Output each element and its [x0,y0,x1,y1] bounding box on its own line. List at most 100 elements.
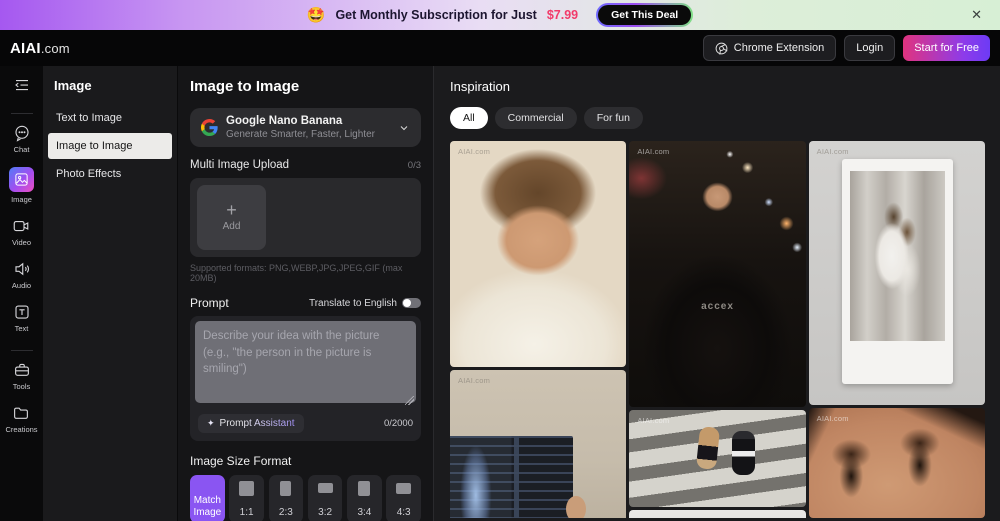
watermark: AIAI.com [637,416,669,425]
promo-price: $7.99 [547,8,578,22]
speaker-icon [13,260,31,278]
nav-item-image-to-image[interactable]: Image to Image [48,133,172,159]
size-option-2-3[interactable]: 2:3 [269,475,304,521]
photo-polaroid-image [850,171,946,342]
resize-handle-icon[interactable] [405,396,414,405]
grid-column: AIAI.com AIAI.com [450,141,626,518]
ratio-3-4-icon [358,481,370,496]
inspiration-panel: Inspiration All Commercial For fun AIAI.… [434,66,1000,521]
app-logo[interactable]: AIAI.com [10,40,70,57]
photo-tshirt-text: accex [701,301,734,312]
prompt-assistant-button[interactable]: ✦ Prompt Assistant [198,414,304,433]
sidebar-item-chat[interactable]: Chat [13,124,31,154]
chrome-extension-label: Chrome Extension [734,42,825,54]
ratio-1-1-icon [239,481,254,496]
size-option-4-3[interactable]: 4:3 [386,475,421,521]
model-selector[interactable]: Google Nano Banana Generate Smarter, Fas… [190,108,421,147]
filter-all[interactable]: All [450,107,488,129]
inspiration-card-night-street[interactable]: AIAI.com accex [629,141,805,407]
start-free-label: Start for Free [914,42,979,54]
filter-commercial[interactable]: Commercial [495,107,577,129]
inspiration-card-crosswalk[interactable]: AIAI.com [629,410,805,507]
filter-for-fun[interactable]: For fun [584,107,643,129]
photo-polaroid-frame [842,159,953,383]
watermark: AIAI.com [817,147,849,156]
rail-divider [11,350,33,351]
size-option-1-1[interactable]: 1:1 [229,475,264,521]
grid-column: AIAI.com accex AIAI.com [629,141,805,518]
watermark: AIAI.com [817,414,849,423]
upload-section-label: Multi Image Upload [190,159,289,171]
size-option-label: 3:4 [357,507,371,518]
supported-formats-text: Supported formats: PNG,WEBP,JPG,JPEG,GIF… [190,263,421,283]
watermark: AIAI.com [458,147,490,156]
icon-rail: Chat Image Video Audio Text [0,66,43,521]
start-free-button[interactable]: Start for Free [903,35,990,61]
size-option-label: 2:3 [279,507,293,518]
sidebar-item-image[interactable]: Image [9,167,34,204]
toggle-knob [403,299,411,307]
photo-figure-woman [696,427,720,471]
google-logo-icon [201,119,218,136]
watermark: AIAI.com [637,147,669,156]
promo-text: Get Monthly Subscription for Just [335,8,536,22]
inspiration-title: Inspiration [450,79,985,94]
size-option-3-4[interactable]: 3:4 [347,475,382,521]
inspiration-card-partial[interactable] [629,510,805,518]
promo-banner: 🤩 Get Monthly Subscription for Just $7.9… [0,0,1000,30]
chrome-extension-button[interactable]: Chrome Extension [703,35,837,61]
inspiration-card-face-closeup[interactable]: AIAI.com [809,408,985,518]
ratio-3-2-icon [318,483,333,493]
inspiration-card-polaroid-couple[interactable]: AIAI.com [809,141,985,405]
sidebar-item-label: Text [15,324,29,333]
plus-icon: + [226,203,237,217]
sidebar-item-label: Audio [12,281,31,290]
translate-label: Translate to English [309,298,397,309]
image-to-image-form: Image to Image Google Nano Banana Genera… [178,66,434,521]
translate-toggle[interactable] [402,298,421,308]
model-description: Generate Smarter, Faster, Lighter [226,129,390,140]
sidebar-item-creations[interactable]: Creations [5,404,37,434]
prompt-input[interactable] [195,321,416,403]
model-name: Google Nano Banana [226,115,390,127]
prompt-label: Prompt [190,296,229,310]
sidebar-item-label: Video [12,238,31,247]
folder-icon [12,404,30,422]
nav-item-photo-effects[interactable]: Photo Effects [48,161,172,187]
sidebar-item-label: Chat [14,145,30,154]
get-deal-button[interactable]: Get This Deal [596,3,693,27]
ratio-2-3-icon [280,481,291,496]
image-icon [9,167,34,192]
size-option-match-image[interactable]: Match Image [190,475,225,521]
sidebar-item-text[interactable]: Text [13,303,31,333]
sidebar-item-audio[interactable]: Audio [12,260,31,290]
sidebar-collapse-button[interactable] [13,76,31,99]
sidebar-item-video[interactable]: Video [12,217,31,247]
size-option-label: 3:2 [318,507,332,518]
logo-suffix: .com [41,41,70,56]
page-title: Image to Image [190,78,421,95]
size-format-options: Match Image 1:1 2:3 3:2 3:4 4:3 [190,475,421,521]
add-image-button[interactable]: + Add [197,185,266,250]
char-counter: 0/2000 [384,418,413,429]
collapse-menu-icon [13,76,31,94]
size-option-3-2[interactable]: 3:2 [308,475,343,521]
close-icon[interactable]: ✕ [971,7,982,23]
image-nav-panel: Image Text to Image Image to Image Photo… [43,66,178,521]
inspiration-card-boy-portrait[interactable]: AIAI.com [450,141,626,367]
briefcase-icon [13,361,31,379]
nav-item-text-to-image[interactable]: Text to Image [48,105,172,131]
size-format-label: Image Size Format [190,454,421,468]
grid-column: AIAI.com AIAI.com [809,141,985,518]
star-struck-emoji-icon: 🤩 [307,6,326,24]
upload-counter: 0/3 [408,160,421,171]
sidebar-item-label: Tools [13,382,31,391]
chevron-down-icon [398,122,410,134]
size-option-label: 4:3 [397,507,411,518]
sidebar-item-label: Creations [5,425,37,434]
photo-figure-man [732,431,755,475]
logo-main: AIAI [10,40,41,57]
sidebar-item-tools[interactable]: Tools [13,361,31,391]
login-button[interactable]: Login [844,35,895,61]
inspiration-card-studio-monitor[interactable]: AIAI.com [450,370,626,518]
